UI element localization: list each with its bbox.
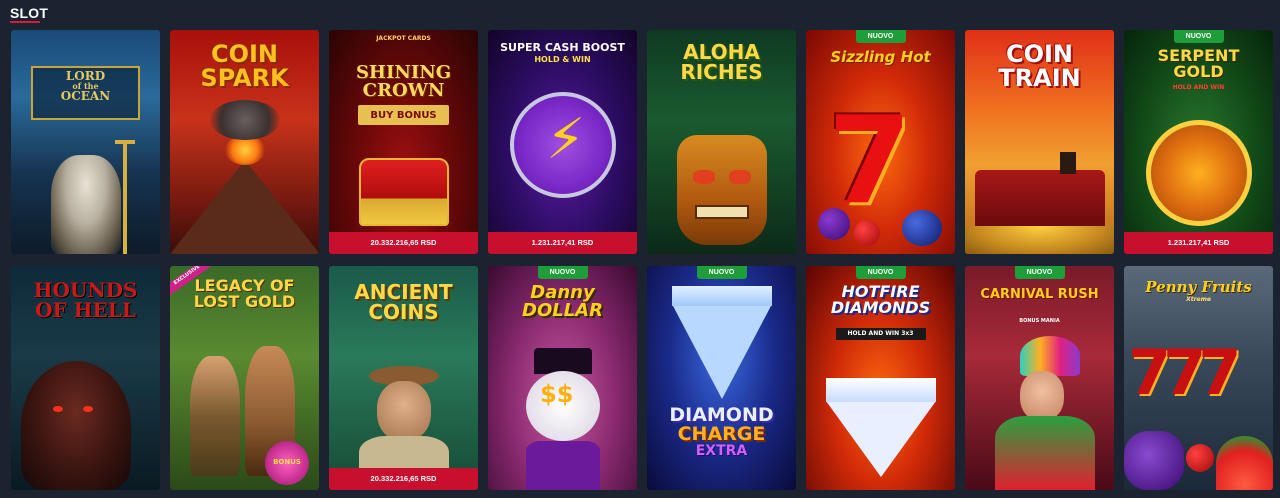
- train-icon: [975, 170, 1105, 228]
- tiki-eye-left: [693, 170, 715, 184]
- hold-and-win-label: HOLD AND WIN: [1172, 84, 1225, 91]
- diamond-crown: [672, 286, 772, 306]
- plum-icon: [818, 208, 850, 240]
- game-title-line: CHARGE: [677, 423, 766, 445]
- game-title-line: ANCIENT: [354, 280, 453, 304]
- carnival-dancer-face: [1020, 371, 1064, 421]
- buy-bonus-label: BUY BONUS: [370, 110, 437, 121]
- game-tile-hotfire-diamonds[interactable]: NUOVO HOTFIRE DIAMONDS HOLD AND WIN 3x3: [806, 266, 955, 490]
- train-chimney: [1060, 152, 1076, 174]
- gold-coins-pile: [965, 226, 1114, 254]
- smoke-cloud: [210, 100, 280, 140]
- game-title-line: EXTRA: [695, 443, 748, 459]
- tiki-mask-icon: [677, 135, 767, 245]
- jackpot-cards-label: JACKPOT CARDS: [376, 35, 431, 42]
- hellhound-icon: [21, 361, 131, 490]
- game-tile-coin-train[interactable]: COIN TRAIN: [965, 30, 1114, 254]
- game-title-line: DIAMONDS: [830, 298, 931, 317]
- new-badge: NUOVO: [855, 266, 906, 279]
- game-title-line: SUPER CASH BOOST: [500, 41, 625, 54]
- dollar-eyes-icon: $$: [540, 380, 574, 408]
- jackpot-amount: 20.332.216,65 RSD: [329, 232, 478, 254]
- game-title-line: TRAIN: [998, 64, 1081, 92]
- game-title-line: Penny Fruits: [1145, 278, 1252, 296]
- game-title-line: Sizzling Hot: [830, 48, 931, 66]
- game-title-line: HOUNDS: [33, 278, 138, 302]
- volcano-shape: [170, 160, 319, 254]
- new-badge: NUOVO: [537, 266, 588, 279]
- game-tile-hounds-of-hell[interactable]: HOUNDS OF HELL: [11, 266, 160, 490]
- new-badge: NUOVO: [1014, 266, 1065, 279]
- bonus-badge-label: BONUS: [273, 458, 301, 466]
- game-tile-sizzling-hot[interactable]: NUOVO Sizzling Hot 7: [806, 30, 955, 254]
- jackpot-amount: 1.231.217,41 RSD: [488, 232, 637, 254]
- watermelon-icon: [1216, 436, 1273, 490]
- game-tile-super-cash-boost[interactable]: SUPER CASH BOOST HOLD & WIN ⚡ 1.231.217,…: [488, 30, 637, 254]
- carnival-dress: [995, 416, 1095, 490]
- game-title-line: GOLD: [1173, 62, 1224, 81]
- game-title-line: COINS: [368, 300, 439, 324]
- cherry-icon: [1186, 444, 1214, 472]
- seven-symbol-icon: 7: [828, 92, 912, 231]
- diamond-icon: [826, 401, 936, 477]
- trident-head: [115, 140, 135, 144]
- game-title-line: OCEAN: [60, 89, 111, 103]
- golden-disc-icon: [1146, 120, 1252, 226]
- game-tile-legacy-of-lost-gold[interactable]: EXCLUSIVE LEGACY OF LOST GOLD BONUS: [170, 266, 319, 490]
- game-tile-serpent-gold[interactable]: NUOVO SERPENT GOLD HOLD AND WIN 1.231.21…: [1124, 30, 1273, 254]
- game-tile-aloha-riches[interactable]: ALOHA RICHES: [647, 30, 796, 254]
- bonus-mania-label: BONUS MANIA: [1019, 318, 1060, 324]
- cherry-icon: [854, 220, 880, 246]
- game-title-line: OF HELL: [35, 298, 136, 322]
- game-tile-ancient-coins[interactable]: ANCIENT COINS 20.332.216,65 RSD: [329, 266, 478, 490]
- poseidon-figure: [51, 155, 121, 254]
- section-title: SLOT: [10, 5, 49, 21]
- hound-eye-left: [53, 406, 63, 412]
- jackpot-amount: 20.332.216,65 RSD: [329, 468, 478, 490]
- new-badge: NUOVO: [696, 266, 747, 279]
- lightning-bolt-icon: ⚡: [546, 107, 586, 172]
- grapes-icon: [1124, 431, 1184, 490]
- new-badge: NUOVO: [855, 30, 906, 43]
- game-title-line: LOST GOLD: [193, 292, 296, 311]
- game-title-line: DOLLAR: [522, 300, 603, 321]
- jackpot-amount: 1.231.217,41 RSD: [1124, 232, 1273, 254]
- tiki-eye-right: [729, 170, 751, 184]
- explorer-woman-figure: [190, 356, 240, 476]
- game-tile-diamond-charge-extra[interactable]: NUOVO DIAMOND CHARGE EXTRA: [647, 266, 796, 490]
- game-tile-penny-fruits-xtreme[interactable]: Penny Fruits Xtreme 777: [1124, 266, 1273, 490]
- game-title-line: COIN: [1005, 40, 1074, 68]
- hound-eye-right: [83, 406, 93, 412]
- crown-icon: [359, 158, 449, 226]
- game-tile-carnival-rush[interactable]: NUOVO CARNIVAL RUSH BONUS MANIA: [965, 266, 1114, 490]
- game-title-line: CROWN: [362, 80, 445, 101]
- game-tile-shining-crown[interactable]: JACKPOT CARDS SHINING CROWN BUY BONUS 20…: [329, 30, 478, 254]
- new-badge: NUOVO: [1173, 30, 1224, 43]
- tiki-teeth: [695, 205, 749, 219]
- game-title-line: ALOHA: [683, 40, 760, 64]
- game-title-line: CARNIVAL RUSH: [980, 287, 1099, 302]
- triple-seven-icon: 777: [1128, 336, 1241, 409]
- game-title-line: COIN: [210, 40, 279, 68]
- feather-headdress-icon: [1020, 336, 1080, 376]
- diamond-icon: [672, 304, 772, 399]
- explorer-face: [377, 381, 431, 441]
- diamond-crown: [826, 378, 936, 402]
- section-title-underline: [10, 21, 40, 23]
- xtreme-label: Xtreme: [1186, 296, 1211, 303]
- trident-icon: [123, 140, 127, 254]
- grapes-icon: [902, 210, 942, 246]
- game-title-line: RICHES: [680, 60, 763, 84]
- section-header: SLOT: [0, 0, 1280, 28]
- game-title-line: SPARK: [200, 64, 289, 92]
- game-tile-lord-of-the-ocean[interactable]: LORD of the OCEAN: [11, 30, 160, 254]
- game-tile-danny-dollar[interactable]: NUOVO Danny DOLLAR $$: [488, 266, 637, 490]
- game-title-line: HOLD & WIN: [534, 55, 591, 64]
- hold-and-win-label: HOLD AND WIN 3x3: [847, 330, 914, 337]
- game-tile-coin-spark[interactable]: COIN SPARK: [170, 30, 319, 254]
- danny-suit: [526, 441, 600, 490]
